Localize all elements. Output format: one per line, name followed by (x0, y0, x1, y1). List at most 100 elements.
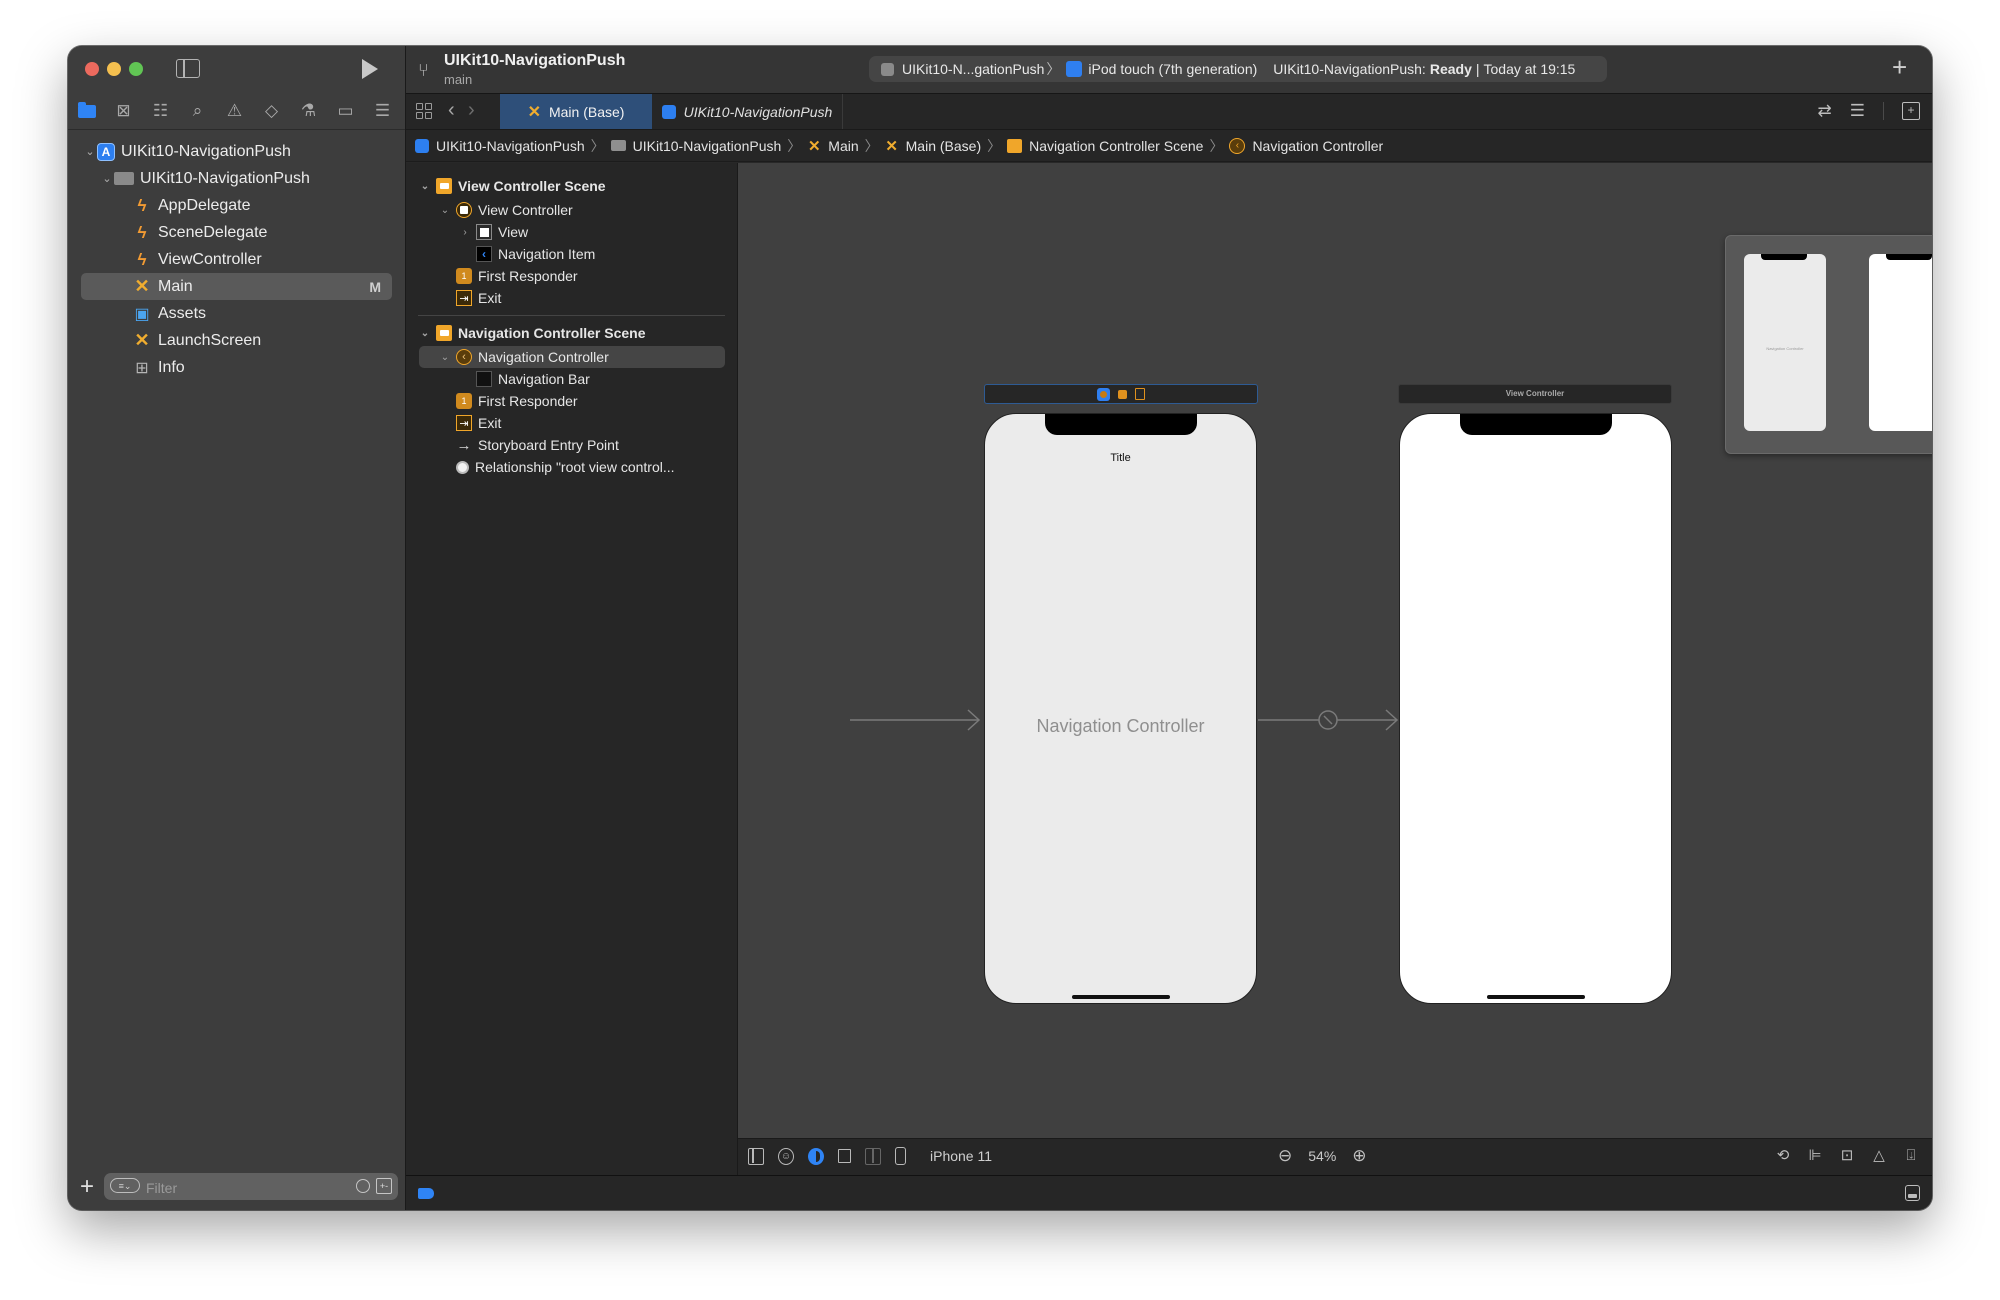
outline-item[interactable]: → Storyboard Entry Point (406, 434, 737, 456)
breakpoints-toggle-icon[interactable] (418, 1188, 434, 1199)
tree-item-main[interactable]: ✕ Main M (68, 273, 405, 300)
navigation-controller-icon[interactable] (1097, 387, 1110, 401)
breadcrumb-item[interactable]: ✕ Main (807, 138, 859, 155)
device-icon[interactable] (895, 1147, 906, 1165)
storyboard-icon: ✕ (885, 137, 898, 155)
tree-item-label: LaunchScreen (158, 331, 262, 349)
breadcrumb-item[interactable]: UIKit10-NavigationPush (415, 138, 585, 154)
forward-button[interactable]: › (468, 99, 475, 122)
close-window-button[interactable] (85, 62, 99, 76)
chevron-down-icon[interactable]: ⌄ (418, 181, 432, 192)
destination-selector[interactable]: iPod touch (7th generation) (1088, 61, 1257, 77)
outline-item[interactable]: 1 First Responder (406, 390, 737, 412)
device-selector[interactable]: iPhone 11 (930, 1148, 992, 1164)
add-file-button[interactable]: + (80, 1175, 94, 1199)
update-frames-icon[interactable]: ⟲ (1774, 1146, 1792, 1164)
outline-item-selected[interactable]: ⌄ ‹ Navigation Controller (406, 346, 737, 368)
source-control-filter-icon[interactable]: +- (376, 1178, 392, 1194)
swap-arrows-icon[interactable]: ⇄ (1818, 101, 1832, 121)
library-button[interactable]: + (1892, 52, 1907, 83)
view-controller-scene[interactable] (1399, 413, 1672, 1004)
exit-icon[interactable] (1135, 388, 1145, 400)
tab-symbol-navigator[interactable]: ☷ (142, 93, 179, 129)
tab-source-control-navigator[interactable]: ⊠ (105, 93, 142, 129)
tab-report-navigator[interactable]: ☰ (364, 93, 401, 129)
tree-item-appdelegate[interactable]: ϟ AppDelegate (68, 192, 405, 219)
outline-item[interactable]: ⇥ Exit (406, 287, 737, 309)
outline-scene-view-controller[interactable]: ⌄ View Controller Scene (406, 173, 737, 199)
branch-name[interactable]: main (444, 72, 472, 87)
scheme-selector[interactable]: UIKit10-N...gationPush (902, 61, 1044, 77)
back-button[interactable]: ‹ (448, 99, 455, 122)
sidebar-toggle-icon[interactable] (176, 59, 200, 78)
tree-item-scenedelegate[interactable]: ϟ SceneDelegate (68, 219, 405, 246)
outline-item[interactable]: 1 First Responder (406, 265, 737, 287)
tree-item-folder[interactable]: ⌄ UIKit10-NavigationPush (68, 165, 405, 192)
minimap-navigation-controller[interactable]: Navigation Controller (1744, 254, 1826, 431)
tree-item-info[interactable]: ⊞ Info (68, 354, 405, 381)
tree-item-project[interactable]: ⌄ A UIKit10-NavigationPush (68, 138, 405, 165)
embed-in-icon[interactable]: ⍗ (1902, 1147, 1920, 1164)
minimize-window-button[interactable] (107, 62, 121, 76)
tree-item-assets[interactable]: ▣ Assets (68, 300, 405, 327)
filter-options-icon[interactable]: ≡⌄ (110, 1178, 140, 1193)
align-icon[interactable]: ⊫ (1806, 1146, 1824, 1164)
add-constraints-icon[interactable]: ⊡ (1838, 1146, 1856, 1164)
chevron-right-icon[interactable]: › (458, 227, 472, 238)
outline-item[interactable]: Navigation Bar (406, 368, 737, 390)
document-outline-toggle-icon[interactable] (748, 1147, 764, 1165)
tab-debug-navigator[interactable]: ⚗ (290, 93, 327, 129)
editor-options-icon[interactable]: ☰ (1850, 101, 1865, 121)
breadcrumb-item[interactable]: UIKit10-NavigationPush (610, 138, 781, 154)
first-responder-icon[interactable] (1118, 389, 1127, 399)
zoom-window-button[interactable] (129, 62, 143, 76)
add-editor-pane-icon[interactable]: + (1902, 102, 1920, 120)
orientation-icon[interactable] (838, 1149, 851, 1163)
root-view-controller-segue[interactable] (1258, 708, 1399, 732)
minimap-view-controller[interactable] (1869, 254, 1932, 431)
chevron-down-icon[interactable]: ⌄ (100, 172, 114, 185)
zoom-level[interactable]: 54% (1308, 1148, 1336, 1164)
outline-item[interactable]: ⌄ View Controller (406, 199, 737, 221)
storyboard-canvas[interactable]: View Controller Title Navigation Control… (738, 163, 1932, 1138)
outline-item[interactable]: › View (406, 221, 737, 243)
chevron-down-icon[interactable]: ⌄ (438, 352, 452, 363)
storyboard-entry-arrow[interactable] (850, 708, 982, 732)
tab-test-navigator[interactable]: ◇ (253, 93, 290, 129)
chevron-down-icon[interactable]: ⌄ (83, 145, 97, 158)
outline-scene-navigation-controller[interactable]: ⌄ Navigation Controller Scene (406, 320, 737, 346)
tree-item-viewcontroller[interactable]: ϟ ViewController (68, 246, 405, 273)
navigator-filter-input[interactable] (144, 1176, 328, 1199)
canvas-minimap[interactable]: Navigation Controller (1725, 235, 1932, 454)
breadcrumb-item[interactable]: ‹ Navigation Controller (1229, 137, 1383, 154)
outline-item[interactable]: Relationship "root view control... (406, 456, 737, 478)
project-navigator: ⊠ ☷ ⌕ ⚠ ◇ ⚗ ▭ ☰ ⌄ A UIKit10-NavigationPu… (68, 46, 406, 1210)
tab-project-navigator[interactable] (68, 93, 105, 129)
zoom-out-icon[interactable]: ⊖ (1278, 1146, 1292, 1166)
debug-area-toggle-icon[interactable] (1905, 1185, 1920, 1201)
tab-issue-navigator[interactable]: ⚠ (216, 93, 253, 129)
tree-item-launchscreen[interactable]: ✕ LaunchScreen (68, 327, 405, 354)
tab-find-navigator[interactable]: ⌕ (179, 93, 216, 129)
chevron-down-icon[interactable]: ⌄ (418, 328, 432, 339)
chevron-down-icon[interactable]: ⌄ (438, 205, 452, 216)
accessibility-icon[interactable]: ☺ (778, 1147, 794, 1165)
view-controller-scene-dock[interactable]: View Controller (1398, 384, 1672, 404)
navigation-controller-scene-dock[interactable] (984, 384, 1258, 404)
tab-main-base[interactable]: ✕ Main (Base) (500, 94, 652, 129)
related-items-icon[interactable] (416, 103, 432, 119)
recent-files-icon[interactable] (356, 1179, 370, 1193)
breadcrumb-item[interactable]: ✕ Main (Base) (885, 137, 981, 155)
home-indicator (1487, 995, 1585, 999)
appearance-icon[interactable] (808, 1147, 824, 1165)
outline-item[interactable]: ‹ Navigation Item (406, 243, 737, 265)
resolve-issues-icon[interactable]: △ (1870, 1146, 1888, 1164)
breadcrumb-item[interactable]: Navigation Controller Scene (1007, 138, 1203, 154)
tab-project[interactable]: UIKit10-NavigationPush (652, 94, 843, 129)
outline-item[interactable]: ⇥ Exit (406, 412, 737, 434)
zoom-in-icon[interactable]: ⊕ (1352, 1146, 1366, 1166)
split-view-icon[interactable] (865, 1147, 881, 1165)
run-button[interactable] (362, 59, 378, 79)
navigation-controller-scene[interactable]: Title Navigation Controller (984, 413, 1257, 1004)
tab-breakpoint-navigator[interactable]: ▭ (327, 93, 364, 129)
